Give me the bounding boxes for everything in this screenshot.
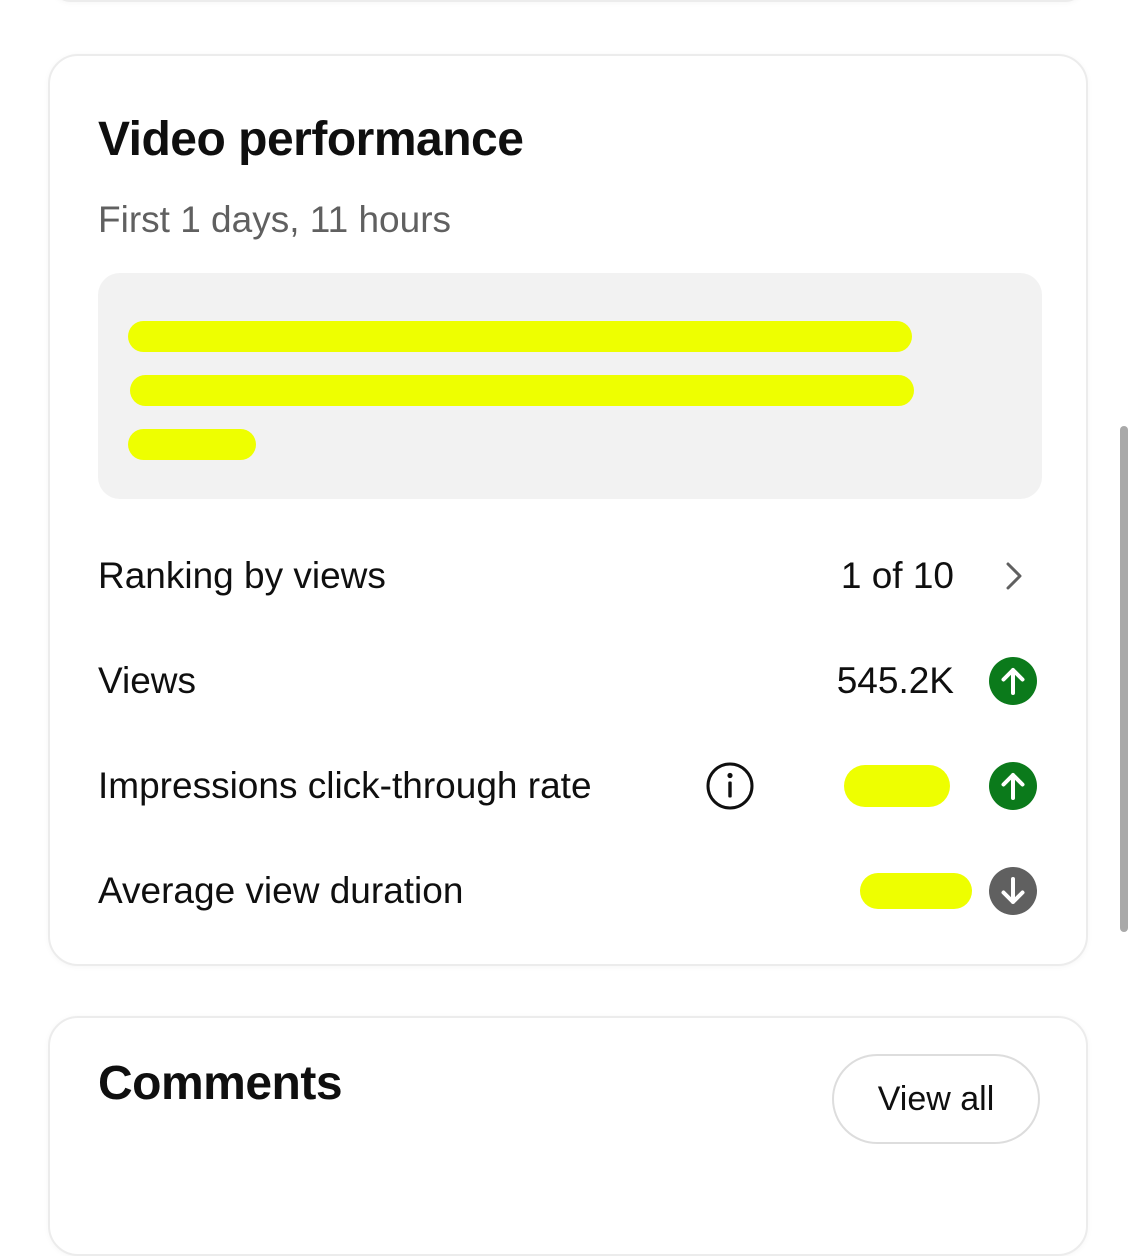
ranking-value: 1 of 10 (840, 555, 954, 596)
redaction-mark (128, 321, 912, 352)
arrow-up-circle-icon (989, 657, 1037, 705)
info-icon[interactable] (705, 761, 755, 811)
time-range-subtitle: First 1 days, 11 hours (98, 199, 452, 240)
redaction-mark (130, 375, 914, 406)
arrow-down-circle-icon (989, 867, 1037, 915)
video-performance-title: Video performance (98, 113, 524, 166)
impressions-ctr-row: Impressions click-through rate (98, 756, 1042, 816)
average-view-duration-label: Average view duration (98, 870, 464, 911)
redaction-mark (128, 429, 256, 460)
impressions-ctr-label: Impressions click-through rate (98, 765, 592, 806)
comments-title: Comments (98, 1057, 343, 1110)
video-performance-card: Video performance First 1 days, 11 hours… (48, 54, 1088, 966)
views-label: Views (98, 660, 197, 701)
previous-card (50, 0, 1086, 2)
views-row: Views 545.2K (98, 651, 1042, 711)
chevron-right-icon[interactable] (988, 551, 1038, 601)
ranking-by-views-row[interactable]: Ranking by views 1 of 10 (98, 546, 1042, 606)
arrow-up-circle-icon (989, 762, 1037, 810)
scrollbar[interactable] (1120, 426, 1128, 932)
ranking-by-views-label: Ranking by views (98, 555, 386, 596)
average-view-duration-row: Average view duration (98, 861, 1042, 921)
comments-card: Comments View all (48, 1016, 1088, 1256)
performance-insight-box (98, 273, 1042, 499)
views-value: 545.2K (836, 660, 954, 701)
view-all-comments-button[interactable]: View all (832, 1054, 1040, 1144)
redaction-mark (860, 873, 972, 909)
redaction-mark (844, 765, 950, 807)
